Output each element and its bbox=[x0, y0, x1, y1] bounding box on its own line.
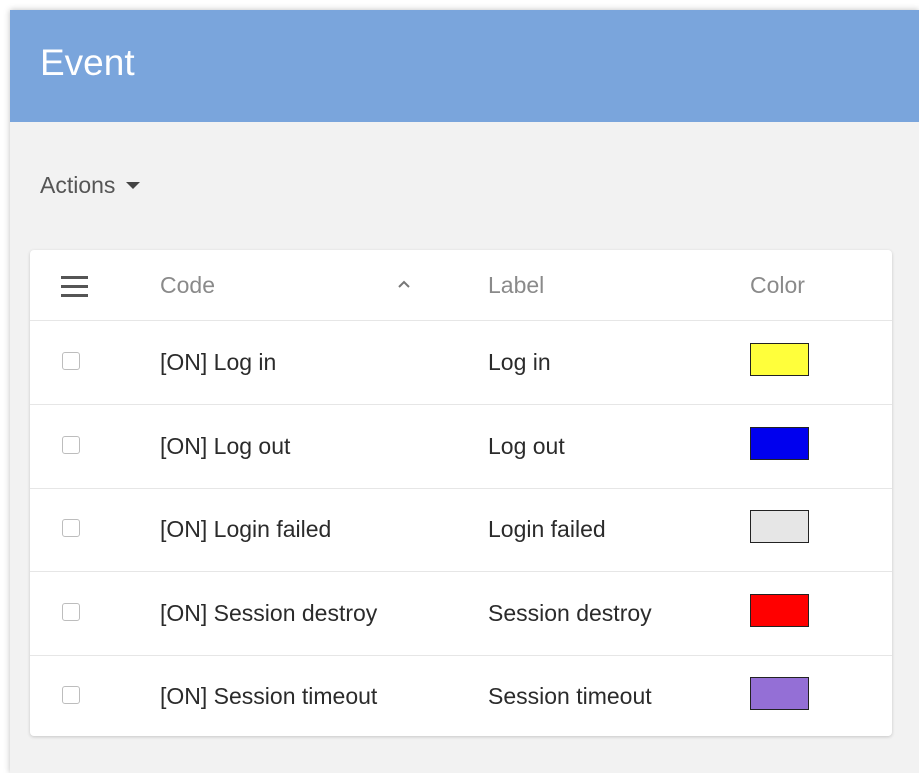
table-header-row: Code Label Color bbox=[30, 250, 892, 321]
column-menu-icon[interactable] bbox=[61, 276, 88, 297]
row-select-checkbox[interactable] bbox=[62, 519, 80, 537]
cell-code: [ON] Session timeout bbox=[160, 683, 378, 709]
chevron-up-icon[interactable] bbox=[397, 279, 411, 289]
color-swatch bbox=[750, 426, 809, 460]
column-header-code[interactable]: Code bbox=[160, 270, 215, 300]
page-header: Event bbox=[10, 10, 919, 122]
column-header-label[interactable]: Label bbox=[488, 270, 544, 300]
table-row[interactable]: [ON] Log out Log out bbox=[30, 405, 892, 489]
page-title: Event bbox=[40, 42, 135, 83]
cell-code: [ON] Log in bbox=[160, 349, 277, 375]
table-row[interactable]: [ON] Session timeout Session timeout bbox=[30, 655, 892, 738]
row-select-checkbox[interactable] bbox=[62, 602, 80, 621]
caret-down-icon bbox=[126, 181, 141, 189]
color-swatch bbox=[750, 677, 809, 710]
color-swatch bbox=[750, 593, 809, 627]
cell-code: [ON] Login failed bbox=[160, 516, 332, 542]
actions-dropdown[interactable]: Actions bbox=[40, 170, 141, 200]
color-swatch bbox=[750, 510, 809, 543]
table-row[interactable]: [ON] Login failed Login failed bbox=[30, 488, 892, 572]
app-window: Event Actions Code Label Color [ON] Log … bbox=[10, 10, 919, 773]
table-row[interactable]: [ON] Session destroy Session destroy bbox=[30, 572, 892, 656]
row-select-checkbox[interactable] bbox=[62, 686, 80, 704]
event-table: Code Label Color [ON] Log in Log in [ON] L… bbox=[30, 250, 892, 736]
cell-label: Session destroy bbox=[488, 599, 652, 626]
row-select-checkbox[interactable] bbox=[62, 435, 80, 454]
cell-code: [ON] Session destroy bbox=[160, 599, 378, 626]
table-row[interactable]: [ON] Log in Log in bbox=[30, 321, 892, 405]
color-swatch bbox=[750, 343, 809, 376]
cell-code: [ON] Log out bbox=[160, 432, 291, 459]
cell-label: Log out bbox=[488, 432, 565, 459]
cell-label: Log in bbox=[488, 349, 551, 375]
row-select-checkbox[interactable] bbox=[62, 352, 80, 370]
cell-label: Login failed bbox=[488, 516, 606, 542]
column-header-color[interactable]: Color bbox=[750, 270, 805, 300]
cell-label: Session timeout bbox=[488, 683, 652, 709]
actions-label: Actions bbox=[40, 171, 116, 198]
